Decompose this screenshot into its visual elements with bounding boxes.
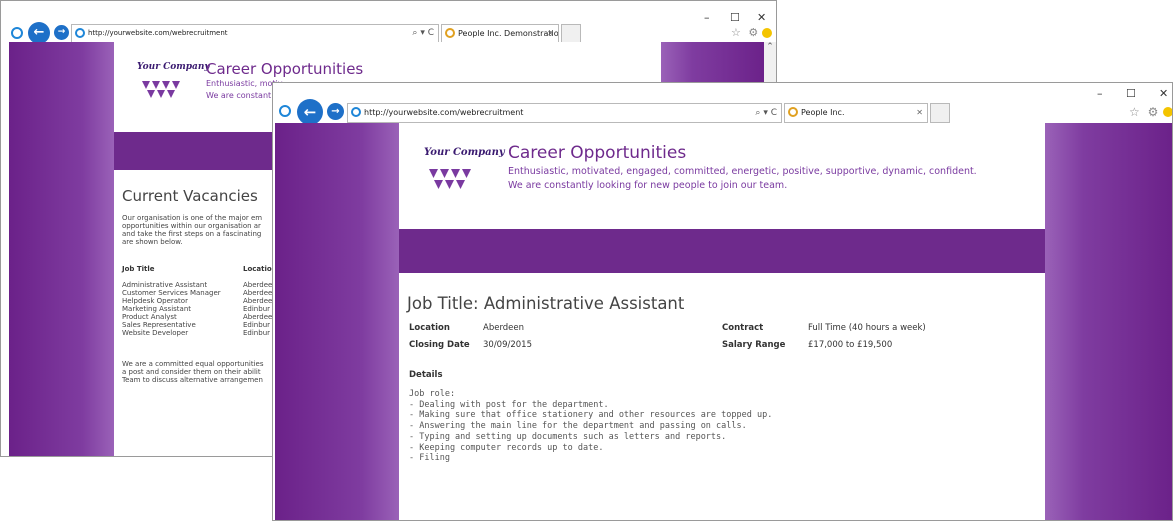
contract-label: Contract xyxy=(722,323,764,333)
search-refresh-icons[interactable]: ⌕ ▾ C xyxy=(412,25,434,42)
maximize-button[interactable]: ☐ xyxy=(1126,87,1136,100)
job-location: Aberdee xyxy=(243,313,273,321)
tagline-line-1: Enthusiastic, motivated, engaged, commit… xyxy=(508,166,977,177)
column-header-job-title: Job Title xyxy=(122,265,155,273)
ie-icon xyxy=(11,27,23,39)
tagline-line-2: We are constant xyxy=(206,91,272,100)
address-bar[interactable]: http://yourwebsite.com/webrecruitment ⌕ … xyxy=(347,103,782,123)
details-label: Details xyxy=(409,370,443,380)
back-arrow-icon[interactable]: ← xyxy=(28,22,50,44)
front-browser-window: – ☐ ✕ ← → http://yourwebsite.com/webrecr… xyxy=(272,82,1173,521)
job-location: Edinbur xyxy=(243,321,271,329)
ie-icon xyxy=(279,105,291,117)
right-gutter xyxy=(1045,123,1172,520)
job-link[interactable]: Customer Services Manager xyxy=(122,289,221,297)
intro-line: and take the first steps on a fascinatin… xyxy=(122,230,262,238)
tab-close-icon[interactable]: ✕ xyxy=(547,25,554,42)
new-tab-button[interactable] xyxy=(561,24,581,43)
company-logo-icon xyxy=(142,81,180,98)
front-browser-chrome: – ☐ ✕ ← → http://yourwebsite.com/webrecr… xyxy=(273,83,1172,125)
tab-title: People Inc. xyxy=(801,108,845,117)
details-line: - Making sure that office stationery and… xyxy=(409,410,773,421)
intro-line: opportunities within our organisation ar xyxy=(122,222,261,230)
favorites-settings-icons[interactable]: ☆ ⚙ xyxy=(731,26,760,39)
job-heading: Job Title: Administrative Assistant xyxy=(407,294,685,313)
address-bar[interactable]: http://yourwebsite.com/webrecruitment ⌕ … xyxy=(71,24,439,43)
intro-line: are shown below. xyxy=(122,238,183,246)
smiley-icon[interactable] xyxy=(762,28,772,38)
forward-arrow-icon[interactable]: → xyxy=(327,103,344,120)
search-refresh-icons[interactable]: ⌕ ▾ C xyxy=(755,104,777,122)
job-location: Aberdee xyxy=(243,297,273,305)
minimize-button[interactable]: – xyxy=(1097,87,1103,100)
back-browser-chrome: – ☐ ✕ ← → http://yourwebsite.com/webrecr… xyxy=(1,1,776,44)
job-link[interactable]: Product Analyst xyxy=(122,313,221,321)
browser-tab[interactable]: People Inc. Demonstration ... ✕ xyxy=(441,24,559,43)
job-location: Aberdee xyxy=(243,281,273,289)
details-line: - Dealing with post for the department. xyxy=(409,399,609,410)
location-value: Aberdeen xyxy=(483,323,525,333)
job-location: Edinbur xyxy=(243,329,271,337)
purple-banner xyxy=(399,229,1045,273)
address-url: http://yourwebsite.com/webrecruitment xyxy=(364,108,524,117)
salary-range-value: £17,000 to £19,500 xyxy=(808,340,893,350)
job-link[interactable]: Helpdesk Operator xyxy=(122,297,221,305)
address-url: http://yourwebsite.com/webrecruitment xyxy=(88,29,228,37)
browser-tab[interactable]: People Inc. ✕ xyxy=(784,103,928,123)
job-location: Edinbur xyxy=(243,305,271,313)
close-button[interactable]: ✕ xyxy=(1159,87,1168,100)
forward-arrow-icon[interactable]: → xyxy=(54,25,69,40)
job-link[interactable]: Website Developer xyxy=(122,329,221,337)
contract-value: Full Time (40 hours a week) xyxy=(808,323,926,333)
footer-line: We are a committed equal opportunities xyxy=(122,360,264,368)
details-line: - Typing and setting up documents such a… xyxy=(409,431,727,442)
details-text: Job role: - Dealing with post for the de… xyxy=(409,389,772,464)
maximize-button[interactable]: ☐ xyxy=(730,11,740,24)
page-header-title: Career Opportunities xyxy=(206,60,364,78)
footer-paragraph: We are a committed equal opportunities a… xyxy=(122,360,263,384)
intro-line: Our organisation is one of the major em xyxy=(122,214,263,222)
ie-icon xyxy=(75,28,85,38)
ie-icon xyxy=(445,28,455,38)
footer-line: a post and consider them on their abilit xyxy=(122,368,261,376)
salary-range-label: Salary Range xyxy=(722,340,786,350)
left-gutter xyxy=(9,42,114,456)
job-link[interactable]: Administrative Assistant xyxy=(122,281,221,289)
favorites-settings-icons[interactable]: ☆ ⚙ xyxy=(1129,105,1160,119)
job-link[interactable]: Sales Representative xyxy=(122,321,221,329)
job-location-list: Aberdee Aberdee Aberdee Edinbur Aberdee … xyxy=(243,281,272,337)
company-logo-text: Your Company xyxy=(137,62,210,72)
left-gutter xyxy=(275,123,399,520)
company-logo-icon xyxy=(429,169,471,189)
job-link[interactable]: Marketing Assistant xyxy=(122,305,221,313)
closing-date-value: 30/09/2015 xyxy=(483,340,532,350)
job-location: Aberdee xyxy=(243,289,273,297)
company-logo-text: Your Company xyxy=(424,147,505,158)
details-line: - Answering the main line for the depart… xyxy=(409,421,747,432)
closing-date-label: Closing Date xyxy=(409,340,470,350)
details-line: - Filing xyxy=(409,453,450,464)
column-header-location: Locatio xyxy=(243,265,272,273)
smiley-icon[interactable] xyxy=(1163,107,1172,117)
new-tab-button[interactable] xyxy=(930,103,950,123)
minimize-button[interactable]: – xyxy=(704,11,710,24)
footer-line: Team to discuss alternative arrangemen xyxy=(122,376,263,384)
back-arrow-icon[interactable]: ← xyxy=(297,99,323,125)
tab-close-icon[interactable]: ✕ xyxy=(916,104,923,121)
close-button[interactable]: ✕ xyxy=(757,11,766,24)
ie-icon xyxy=(788,107,798,117)
tagline-line-2: We are constantly looking for new people… xyxy=(508,180,788,191)
front-page: Your Company Career Opportunities Enthus… xyxy=(399,123,1045,520)
details-line: - Keeping computer records up to date. xyxy=(409,442,604,453)
intro-paragraph: Our organisation is one of the major em … xyxy=(122,214,262,246)
tab-title: People Inc. Demonstration ... xyxy=(458,29,559,38)
section-title: Current Vacancies xyxy=(122,187,258,205)
scroll-up-icon[interactable]: ⌃ xyxy=(764,42,776,52)
job-title-list: Administrative Assistant Customer Servic… xyxy=(122,281,221,337)
ie-icon xyxy=(351,107,361,117)
details-line: Job role: xyxy=(409,389,456,399)
location-label: Location xyxy=(409,323,450,333)
page-header-title: Career Opportunities xyxy=(508,143,687,163)
